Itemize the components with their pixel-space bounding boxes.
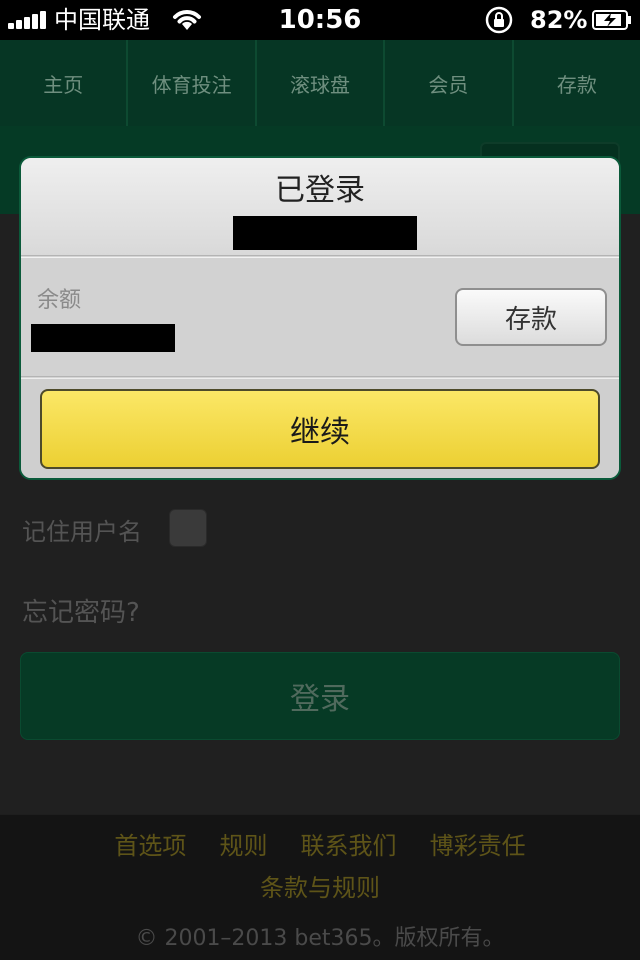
continue-button[interactable]: 继续 xyxy=(40,389,600,469)
status-bar: 中国联通 10:56 82% xyxy=(0,0,640,40)
nav-item-members[interactable]: 会员 xyxy=(385,40,514,126)
battery-charging-icon xyxy=(592,10,631,30)
redacted-balance xyxy=(31,324,175,352)
forgot-password-link[interactable]: 忘记密码? xyxy=(22,592,140,629)
dialog-actions: 继续 xyxy=(21,378,619,478)
deposit-button[interactable]: 存款 xyxy=(455,288,607,346)
nav-item-in-play[interactable]: 滚球盘 xyxy=(257,40,386,126)
dialog-title: 已登录 xyxy=(275,173,365,208)
nav-item-home[interactable]: 主页 xyxy=(0,40,129,126)
remember-username-label: 记住用户名 xyxy=(22,518,142,546)
balance-section: 余额 存款 xyxy=(21,257,619,377)
footer-link-preferences[interactable]: 首选项 xyxy=(114,831,186,861)
remember-username-checkbox[interactable] xyxy=(169,509,207,547)
battery-percent: 82% xyxy=(530,6,588,34)
footer-link-contact[interactable]: 联系我们 xyxy=(301,831,397,861)
nav-item-deposit[interactable]: 存款 xyxy=(514,40,640,126)
redacted-username xyxy=(233,216,417,250)
copyright-text: © 2001–2013 bet365。版权所有。 xyxy=(135,926,505,951)
dialog-header: 已登录 xyxy=(21,158,619,256)
top-navigation: 主页 体育投注 滚球盘 会员 存款 xyxy=(0,40,640,126)
footer-terms-row: 条款与规则 xyxy=(0,873,640,903)
footer-link-rules[interactable]: 规则 xyxy=(219,831,267,861)
footer-link-responsible-gambling[interactable]: 博彩责任 xyxy=(430,831,526,861)
login-button[interactable]: 登录 xyxy=(20,652,620,740)
footer-links: 首选项 规则 联系我们 博彩责任 xyxy=(0,831,640,861)
balance-label: 余额 xyxy=(37,288,82,313)
logged-in-dialog: 已登录 余额 存款 继续 xyxy=(19,156,621,480)
rotation-lock-icon xyxy=(485,6,513,34)
footer-link-terms[interactable]: 条款与规则 xyxy=(260,874,380,902)
nav-item-sports[interactable]: 体育投注 xyxy=(128,40,257,126)
